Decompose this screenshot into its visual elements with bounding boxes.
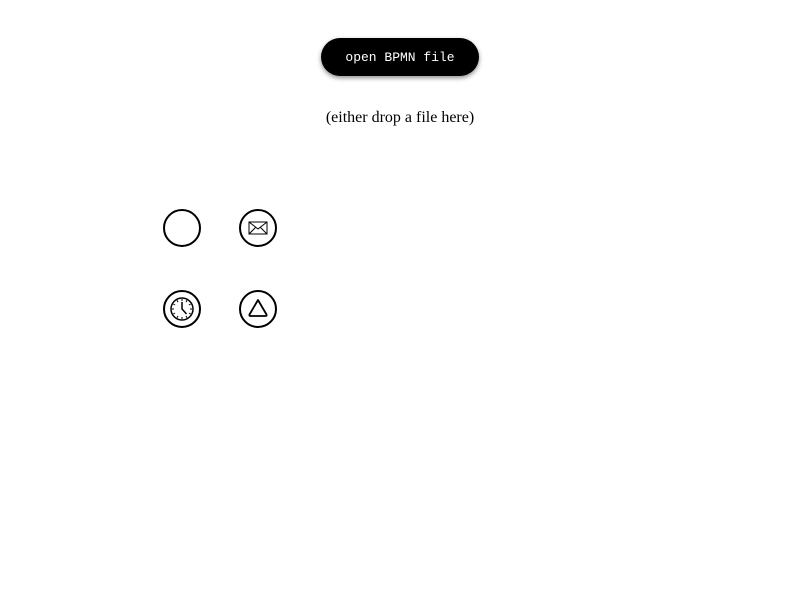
signal-event-icon[interactable]: [239, 290, 277, 328]
timer-event-icon[interactable]: [163, 290, 201, 328]
message-event-icon[interactable]: [239, 209, 277, 247]
drop-zone-hint: (either drop a file here): [325, 109, 475, 126]
open-bpmn-file-button[interactable]: open BPMN file: [321, 38, 479, 76]
start-event-icon[interactable]: [163, 209, 201, 247]
bpmn-event-palette: [0, 0, 800, 600]
